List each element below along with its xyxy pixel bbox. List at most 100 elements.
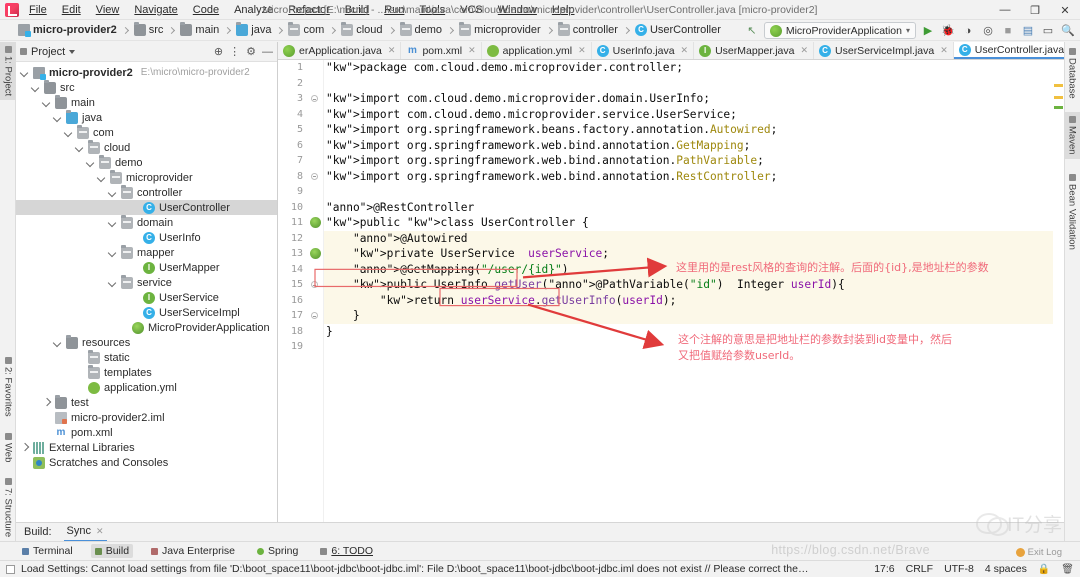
code-line[interactable]: "kw">import org.springframework.web.bind… — [324, 169, 1064, 185]
expand-arrow-icon[interactable] — [31, 83, 40, 92]
editor-tab[interactable]: m pom.xml ✕ — [401, 42, 482, 59]
run-button[interactable]: ▶ — [920, 23, 936, 39]
close-icon[interactable]: ✕ — [578, 45, 586, 56]
tree-node[interactable]: demo — [16, 154, 277, 170]
expand-arrow-icon[interactable] — [42, 98, 51, 107]
tree-node[interactable]: domain — [16, 214, 277, 230]
editor-tab[interactable]: CUserController.java✕ — [953, 42, 1064, 59]
expand-arrow-icon[interactable] — [108, 248, 117, 257]
menu-tools[interactable]: Tools — [417, 3, 447, 17]
sidebar-tab-database[interactable]: Database — [1064, 44, 1080, 103]
expand-arrow-icon[interactable] — [64, 128, 73, 137]
tree-node[interactable]: controller — [16, 184, 277, 200]
sidebar-tab-project[interactable]: 1: Project — [0, 42, 16, 101]
breadcrumb-item-module[interactable]: micro-provider2 — [16, 24, 121, 37]
tree-node[interactable]: I UserMapper — [16, 260, 277, 275]
line-number[interactable]: 8 — [278, 169, 323, 185]
code-fold-icon[interactable] — [311, 281, 318, 288]
code-line[interactable]: "kw">import org.springframework.beans.fa… — [324, 122, 1064, 138]
file-encoding[interactable]: UTF-8 — [944, 563, 974, 575]
line-number[interactable]: 1 — [278, 60, 323, 76]
search-everywhere-button[interactable]: 🔍 — [1060, 23, 1076, 39]
line-number[interactable]: 6 — [278, 138, 323, 154]
sidebar-tab-maven[interactable]: Maven — [1064, 112, 1080, 159]
close-icon[interactable]: ✕ — [681, 45, 689, 56]
menu-refactor[interactable]: Refactor — [286, 3, 332, 17]
menu-view[interactable]: View — [94, 3, 122, 17]
build-tab-sync[interactable]: Sync ✕ — [63, 523, 107, 542]
indent-setting[interactable]: 4 spaces — [985, 563, 1027, 575]
sidebar-tab-bean-validation[interactable]: Bean Validation — [1064, 170, 1080, 254]
breadcrumb-item-usercontroller[interactable]: C UserController — [622, 24, 725, 36]
close-icon[interactable]: ✕ — [800, 45, 808, 56]
run-configuration-selector[interactable]: MicroProviderApplication ▾ — [763, 22, 916, 39]
code-line[interactable]: "anno">@RestController — [324, 200, 1064, 216]
menu-navigate[interactable]: Navigate — [132, 3, 179, 17]
tree-node[interactable]: External Libraries — [16, 440, 277, 455]
tree-node[interactable]: com — [16, 124, 277, 140]
editor-tab[interactable]: erApplication.java ✕ — [278, 42, 402, 59]
minimize-button[interactable]: — — [990, 0, 1020, 20]
toolwindow-todo[interactable]: 6: TODO — [316, 544, 377, 558]
close-icon[interactable]: ✕ — [388, 45, 396, 56]
line-number[interactable]: 15 — [278, 277, 323, 293]
close-icon[interactable]: ✕ — [940, 45, 948, 56]
tree-node[interactable]: C UserController — [16, 200, 277, 215]
tree-node[interactable]: resources — [16, 334, 277, 350]
line-number[interactable]: 10 — [278, 200, 323, 216]
line-number[interactable]: 18 — [278, 324, 323, 340]
expand-arrow-icon[interactable] — [86, 158, 95, 167]
line-number[interactable]: 2 — [278, 76, 323, 92]
tree-node[interactable]: application.yml — [16, 380, 277, 395]
breadcrumb-item-com[interactable]: com — [275, 22, 328, 36]
menu-vcs[interactable]: VCS — [458, 3, 485, 17]
editor-tab-bar[interactable]: erApplication.java ✕ m pom.xml ✕ application.… — [278, 42, 1064, 60]
expand-arrow-icon[interactable] — [108, 218, 117, 227]
collapse-all-icon[interactable]: ⋮ — [229, 45, 240, 58]
line-number[interactable]: 11 — [278, 215, 323, 231]
code-line[interactable]: } — [324, 308, 1064, 324]
menu-edit[interactable]: Edit — [60, 3, 83, 17]
lock-icon[interactable]: 🔒 — [1038, 564, 1050, 575]
code-line[interactable]: "kw">import org.springframework.web.bind… — [324, 153, 1064, 169]
tree-node[interactable]: microprovider — [16, 169, 277, 185]
warning-stripe[interactable] — [1054, 96, 1063, 99]
run-gutter-icon[interactable] — [310, 248, 321, 259]
menu-build[interactable]: Build — [343, 3, 371, 17]
tree-node[interactable]: templates — [16, 364, 277, 380]
line-number[interactable]: 14 — [278, 262, 323, 278]
tree-node[interactable]: service — [16, 274, 277, 290]
tree-node[interactable]: C UserInfo — [16, 230, 277, 245]
editor-tab[interactable]: C UserServiceImpl.java ✕ — [814, 42, 954, 59]
breadcrumb-item-src[interactable]: src — [121, 22, 168, 36]
stop-button[interactable]: ■ — [1000, 23, 1016, 39]
code-line[interactable] — [324, 184, 1064, 200]
code-editor[interactable]: 1 2 3 4 5 6 7 8 9 10 11 12 13 14 15 16 17 18 19 "kw">packa… — [278, 60, 1064, 523]
line-number[interactable]: 19 — [278, 339, 323, 355]
sidebar-tab-favorites[interactable]: 2: Favorites — [0, 353, 16, 421]
tree-node[interactable]: MicroProviderApplication — [16, 320, 277, 335]
tree-node[interactable]: m pom.xml — [16, 425, 277, 440]
tree-node[interactable]: main — [16, 94, 277, 110]
tree-node[interactable]: micro-provider2 E:\micro\micro-provider2 — [16, 65, 277, 80]
gear-icon[interactable]: ⚙ — [246, 45, 256, 58]
editor-tab[interactable]: application.yml ✕ — [481, 42, 592, 59]
code-line[interactable] — [324, 76, 1064, 92]
line-number[interactable]: 16 — [278, 293, 323, 309]
profiler-button[interactable]: ◎ — [980, 23, 996, 39]
status-checkbox-icon[interactable] — [6, 564, 15, 574]
status-message[interactable]: Load Settings: Cannot load settings from… — [21, 563, 811, 575]
breadcrumb-item-main[interactable]: main — [167, 22, 223, 36]
breadcrumb-item-java[interactable]: java — [223, 22, 275, 36]
expand-arrow-icon[interactable] — [42, 398, 51, 407]
toggle-window-button[interactable]: ▭ — [1040, 23, 1056, 39]
expand-arrow-icon[interactable] — [97, 173, 106, 182]
menu-file[interactable]: File — [27, 3, 49, 17]
line-number[interactable]: 5 — [278, 122, 323, 138]
close-icon[interactable]: ✕ — [96, 526, 104, 537]
code-text[interactable]: "kw">package com.cloud.demo.microprovide… — [324, 60, 1064, 523]
expand-arrow-icon[interactable] — [75, 143, 84, 152]
tree-node[interactable]: mapper — [16, 244, 277, 260]
menu-help[interactable]: Help — [550, 3, 577, 17]
expand-arrow-icon[interactable] — [20, 68, 29, 77]
